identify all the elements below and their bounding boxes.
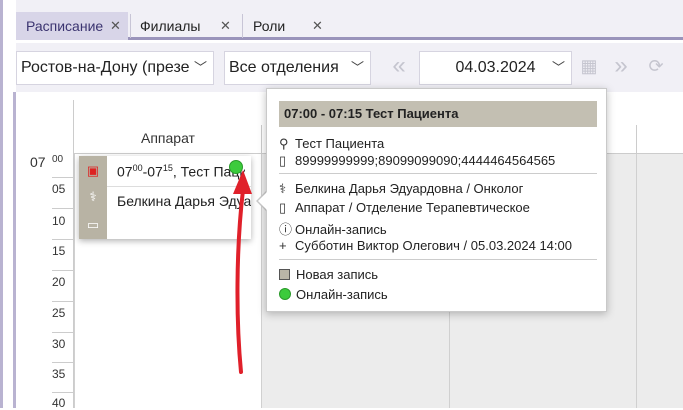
time-column: 07 00 05 10 15 20 25 30 35 40	[22, 100, 74, 410]
start-minute: 00	[132, 163, 143, 173]
toolbar: Ростов-на-Дону (презе ﹀ Все отделения ﹀ …	[16, 43, 683, 92]
department-select-value: Все отделения	[229, 59, 339, 76]
column-divider	[261, 125, 262, 154]
appointment-card[interactable]: ▣ ⚕ ▭ 0700-0715, Тест Паци Белкина Дарья…	[79, 156, 251, 239]
hour-label: 07	[30, 154, 46, 170]
date-picker[interactable]: 04.03.2024 ﹀	[419, 51, 572, 85]
time-tick	[52, 392, 74, 393]
legend-online-label: Онлайн-запись	[296, 287, 388, 302]
green-dot-icon	[279, 288, 291, 300]
tab-divider	[242, 14, 243, 38]
minute-label: 00	[52, 154, 64, 165]
time-tick	[52, 177, 74, 178]
refresh-icon[interactable]: ⟳	[644, 51, 668, 85]
appointment-time-patient: 0700-0715, Тест Паци	[117, 163, 245, 180]
tab-divider	[130, 14, 131, 38]
minute-label: 20	[52, 275, 66, 289]
tooltip-patient-row: ⚲ Тест Пациента	[279, 136, 384, 152]
phone-icon: ▯	[279, 153, 287, 168]
tooltip-source-row: ⓘ Онлайн-запись	[279, 219, 387, 238]
tab-branches[interactable]: Филиалы ✕	[132, 12, 240, 40]
minute-label: 10	[52, 214, 66, 228]
tab-schedule-label: Расписание	[26, 18, 104, 34]
column-header-apparatus: Аппарат	[141, 130, 195, 146]
calendar-icon[interactable]: ▦	[576, 51, 602, 85]
column-divider	[636, 125, 637, 154]
tooltip-doctor: Белкина Дарья Эдуардовна / Онколог	[295, 181, 524, 196]
minute-label: 30	[52, 337, 66, 351]
end-minute: 15	[162, 163, 173, 173]
minute-label: 35	[52, 367, 66, 381]
department-select[interactable]: Все отделения ﹀	[224, 51, 371, 85]
time-tick	[52, 270, 74, 271]
prev-week-icon[interactable]: «	[386, 51, 412, 85]
tooltip-resource: Аппарат / Отделение Терапевтическое	[295, 200, 530, 215]
chevron-down-icon: ﹀	[547, 52, 565, 84]
patient-card-icon[interactable]: ▣	[84, 162, 102, 180]
end-hour: 07	[147, 163, 163, 180]
online-status-dot	[229, 160, 243, 174]
stethoscope-icon: ⚕	[89, 189, 97, 204]
time-tick	[52, 362, 74, 363]
person-icon: ⚲	[279, 136, 289, 151]
minute-label: 05	[52, 182, 66, 196]
tab-bar: Расписание ✕ Филиалы ✕ Роли ✕	[16, 0, 683, 40]
tab-branches-label: Филиалы	[140, 18, 201, 34]
start-hour: 07	[117, 163, 133, 180]
schedule-column[interactable]	[636, 154, 683, 408]
minute-label: 25	[52, 306, 66, 320]
date-value: 04.03.2024	[455, 59, 536, 76]
tab-roles-label: Роли	[253, 18, 286, 34]
time-tick	[52, 208, 74, 209]
tooltip-resource-row: ▯ Аппарат / Отделение Терапевтическое	[279, 200, 530, 216]
tooltip-doctor-row: ⚕ Белкина Дарья Эдуардовна / Онколог	[279, 181, 523, 197]
appointment-doctor: Белкина Дарья Эдуардовна	[117, 193, 251, 209]
branch-select[interactable]: Ростов-на-Дону (презе ﹀	[16, 51, 214, 85]
stethoscope-icon: ⚕	[279, 181, 287, 196]
legend-new-record: Новая запись	[279, 267, 378, 282]
chevron-down-icon: ﹀	[189, 52, 207, 84]
close-icon[interactable]: ✕	[110, 12, 121, 40]
tooltip-phones: 89999999999;89099099090;4444464564565	[295, 153, 556, 168]
card-divider	[107, 186, 251, 187]
info-comment-icon: ⓘ	[279, 222, 293, 237]
time-tick	[52, 239, 74, 240]
status-square-icon	[279, 269, 290, 280]
popup-pointer-fill	[258, 191, 268, 211]
tooltip-divider	[279, 259, 597, 260]
tooltip-created: Субботин Виктор Олегович / 05.03.2024 14…	[295, 238, 572, 253]
next-week-icon[interactable]: »	[609, 51, 633, 85]
window-frame-left	[0, 0, 3, 408]
chevron-down-icon: ﹀	[346, 52, 364, 84]
device-icon: ▯	[279, 200, 287, 215]
plus-icon: +	[279, 238, 287, 253]
tab-schedule[interactable]: Расписание ✕	[16, 12, 128, 40]
legend-online: Онлайн-запись	[279, 287, 388, 302]
minute-label: 15	[52, 244, 66, 258]
branch-select-value: Ростов-на-Дону (презе	[21, 59, 190, 76]
comment-icon[interactable]: ▭	[84, 216, 102, 234]
tooltip-created-row: + Субботин Виктор Олегович / 05.03.2024 1…	[279, 238, 572, 253]
tooltip-divider	[279, 173, 597, 174]
tooltip-title: 07:00 - 07:15 Тест Пациента	[279, 101, 597, 127]
close-icon[interactable]: ✕	[312, 12, 323, 40]
close-icon[interactable]: ✕	[220, 12, 231, 40]
legend-new-label: Новая запись	[296, 267, 379, 282]
appointment-card-strip: ▣ ⚕ ▭	[79, 156, 107, 239]
time-tick	[52, 301, 74, 302]
tooltip-phone-row: ▯ 89999999999;89099099090;4444464564565	[279, 153, 555, 169]
appointment-tooltip: 07:00 - 07:15 Тест Пациента ⚲ Тест Пациен…	[266, 88, 607, 312]
tooltip-source: Онлайн-запись	[295, 222, 387, 237]
time-tick	[52, 332, 74, 333]
tab-roles[interactable]: Роли ✕	[244, 12, 328, 40]
tooltip-patient: Тест Пациента	[295, 136, 385, 151]
window-frame-inner	[13, 92, 16, 408]
